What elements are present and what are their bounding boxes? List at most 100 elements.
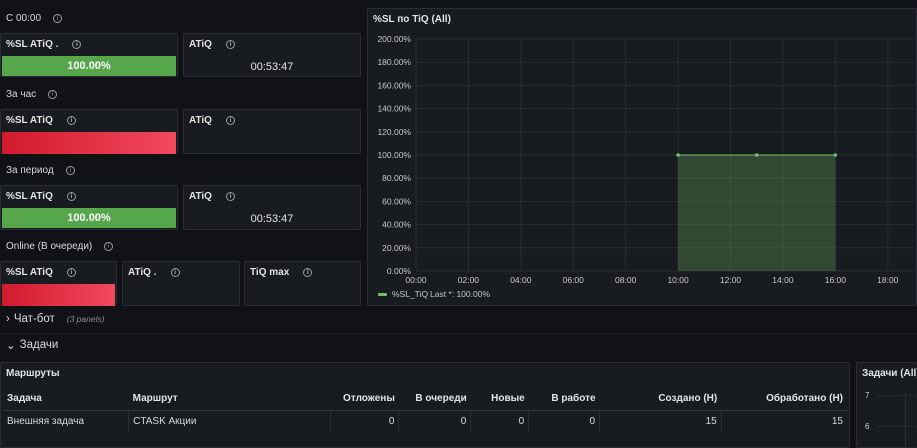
table-cell: 15 xyxy=(599,410,722,432)
section-title-label: За час xyxy=(6,89,37,100)
y-tick-label: 40.00% xyxy=(382,220,411,230)
info-icon[interactable]: i xyxy=(225,192,235,201)
column-header[interactable]: Обработано (Н) xyxy=(721,387,847,411)
info-icon[interactable]: i xyxy=(170,268,180,277)
table-cell: 0 xyxy=(528,410,601,432)
row-tasks[interactable]: ⌄ Задачи xyxy=(6,338,58,352)
x-tick-label: 08:00 xyxy=(615,275,637,285)
panel-title: Маршруты xyxy=(6,368,60,379)
column-header[interactable]: Создано (Н) xyxy=(599,387,722,411)
table-header-row: Задача Маршрут Отложены В очереди Новые В раб… xyxy=(3,387,847,411)
status-bar-green: 100.00% xyxy=(2,56,176,76)
legend-label: %SL_TiQ xyxy=(392,289,428,299)
column-header[interactable]: Маршрут xyxy=(128,387,331,411)
x-tick-label: 12:00 xyxy=(720,275,742,285)
x-tick-label: 04:00 xyxy=(510,275,532,285)
info-icon[interactable]: i xyxy=(65,166,75,175)
panel-sl-atiq-hour[interactable]: %SL ATiQ i xyxy=(0,109,178,154)
status-bar-red xyxy=(2,284,115,306)
y-tick-label: 7 xyxy=(865,391,870,400)
info-icon[interactable]: i xyxy=(66,268,76,277)
panel-sl-atiq-online[interactable]: %SL ATiQ i xyxy=(0,261,117,306)
stat-value: 00:53:47 xyxy=(250,61,294,73)
chart-panel[interactable]: %SL по TiQ (All) 0.00% 20.00% 40.00% 60.00%… xyxy=(367,8,917,306)
panel-atiq-today[interactable]: ATiQ i 00:53:47 xyxy=(183,33,361,77)
column-header[interactable]: В очереди xyxy=(398,387,471,411)
info-icon[interactable]: i xyxy=(225,116,235,125)
info-icon[interactable]: i xyxy=(53,14,63,23)
x-tick-label: 16:00 xyxy=(825,275,847,285)
y-tick-label: 100.00% xyxy=(377,150,411,160)
stat-value: 100.00% xyxy=(67,212,111,224)
table-cell: 15 xyxy=(831,415,843,427)
y-tick-label: 80.00% xyxy=(382,173,411,183)
stat-value: 00:53:47 xyxy=(250,213,294,225)
column-header[interactable]: Задача xyxy=(3,387,129,411)
row-chatbot[interactable]: › Чат-бот (3 panels) xyxy=(6,313,105,325)
info-icon[interactable]: i xyxy=(104,242,114,251)
section-title-online: Online (В очереди) i xyxy=(6,241,114,252)
section-title-period: За период i xyxy=(6,165,75,176)
table-cell: 0 xyxy=(398,410,472,432)
routes-table-wrap: Задача Маршрут Отложены В очереди Новые В раб… xyxy=(3,387,847,432)
chevron-down-icon[interactable]: ⌄ xyxy=(6,338,16,352)
tasks-chart-panel[interactable]: Задачи (All) 7 6 xyxy=(856,362,917,448)
series-area xyxy=(678,155,836,271)
chevron-right-icon[interactable]: › xyxy=(6,313,10,325)
panel-sl-atiq-today[interactable]: %SL ATiQ .i 100.00% xyxy=(0,33,178,77)
table-cell: 0 xyxy=(330,410,400,432)
column-header[interactable]: В работе xyxy=(528,387,600,411)
x-tick-label: 14:00 xyxy=(772,275,794,285)
section-title-label: Online (В очереди) xyxy=(6,241,93,252)
x-tick-label: 00:00 xyxy=(405,275,427,285)
panel-title: %SL ATiQ i xyxy=(6,115,76,126)
area-chart[interactable]: 0.00%20.00%40.00%60.00%80.00%100.00%120.… xyxy=(368,9,917,307)
routes-table-panel[interactable]: Маршруты Задача Маршрут Отложены В очереди Н… xyxy=(0,362,850,448)
section-title-last-hour: За час i xyxy=(6,89,58,100)
y-tick-label: 20.00% xyxy=(382,243,411,253)
info-icon[interactable]: i xyxy=(303,268,313,277)
panel-title: ATiQ .i xyxy=(128,267,180,278)
panel-tiq-max[interactable]: TiQ max i xyxy=(244,261,361,306)
panel-sl-atiq-period[interactable]: %SL ATiQ i 100.00% xyxy=(0,185,178,230)
info-icon[interactable]: i xyxy=(66,192,76,201)
y-tick-label: 6 xyxy=(865,422,870,431)
grid-line xyxy=(877,426,917,427)
divider xyxy=(0,333,917,334)
table-cell: 0 xyxy=(470,410,530,432)
panel-title: %SL ATiQ i xyxy=(6,267,76,278)
table-cell: Внешняя задача xyxy=(3,410,130,432)
legend-stat: Last *: 100.00% xyxy=(430,289,490,299)
status-bar-red xyxy=(2,132,176,154)
table-cell: CTASK Акции xyxy=(128,410,332,432)
row-label: Чат-бот xyxy=(13,313,55,325)
info-icon[interactable]: i xyxy=(225,40,235,49)
routes-table: Задача Маршрут Отложены В очереди Новые В раб… xyxy=(3,387,847,432)
y-tick-label: 60.00% xyxy=(382,196,411,206)
legend-swatch xyxy=(378,293,387,296)
info-icon[interactable]: i xyxy=(72,40,82,49)
panel-title: %SL ATiQ i xyxy=(6,191,76,202)
row-label: Задачи xyxy=(19,339,59,351)
panel-title: %SL ATiQ .i xyxy=(6,39,82,50)
panel-title: Задачи (All) xyxy=(862,368,917,379)
y-tick-label: 180.00% xyxy=(377,57,411,67)
panel-atiq-hour[interactable]: ATiQ i xyxy=(183,109,361,154)
section-title-label: За период xyxy=(6,165,54,176)
panel-atiq-period[interactable]: ATiQ i 00:53:47 xyxy=(183,185,361,230)
x-tick-label: 06:00 xyxy=(563,275,585,285)
x-tick-label: 18:00 xyxy=(877,275,899,285)
data-point xyxy=(833,153,838,157)
y-tick-label: 140.00% xyxy=(377,104,411,114)
column-header[interactable]: Отложены xyxy=(330,387,399,411)
data-point xyxy=(754,153,759,157)
panel-title: ATiQ i xyxy=(189,39,235,50)
panel-atiq-online[interactable]: ATiQ .i xyxy=(122,261,240,306)
info-icon[interactable]: i xyxy=(66,116,76,125)
info-icon[interactable]: i xyxy=(48,90,58,99)
table-row[interactable]: Внешняя задача CTASK Акции 0 0 0 0 15 15 xyxy=(3,410,847,432)
column-header[interactable]: Новые xyxy=(470,387,529,411)
panel-title: ATiQ i xyxy=(189,191,235,202)
y-tick-label: 120.00% xyxy=(377,127,411,137)
section-title-since-midnight: С 00:00 i xyxy=(6,13,63,24)
